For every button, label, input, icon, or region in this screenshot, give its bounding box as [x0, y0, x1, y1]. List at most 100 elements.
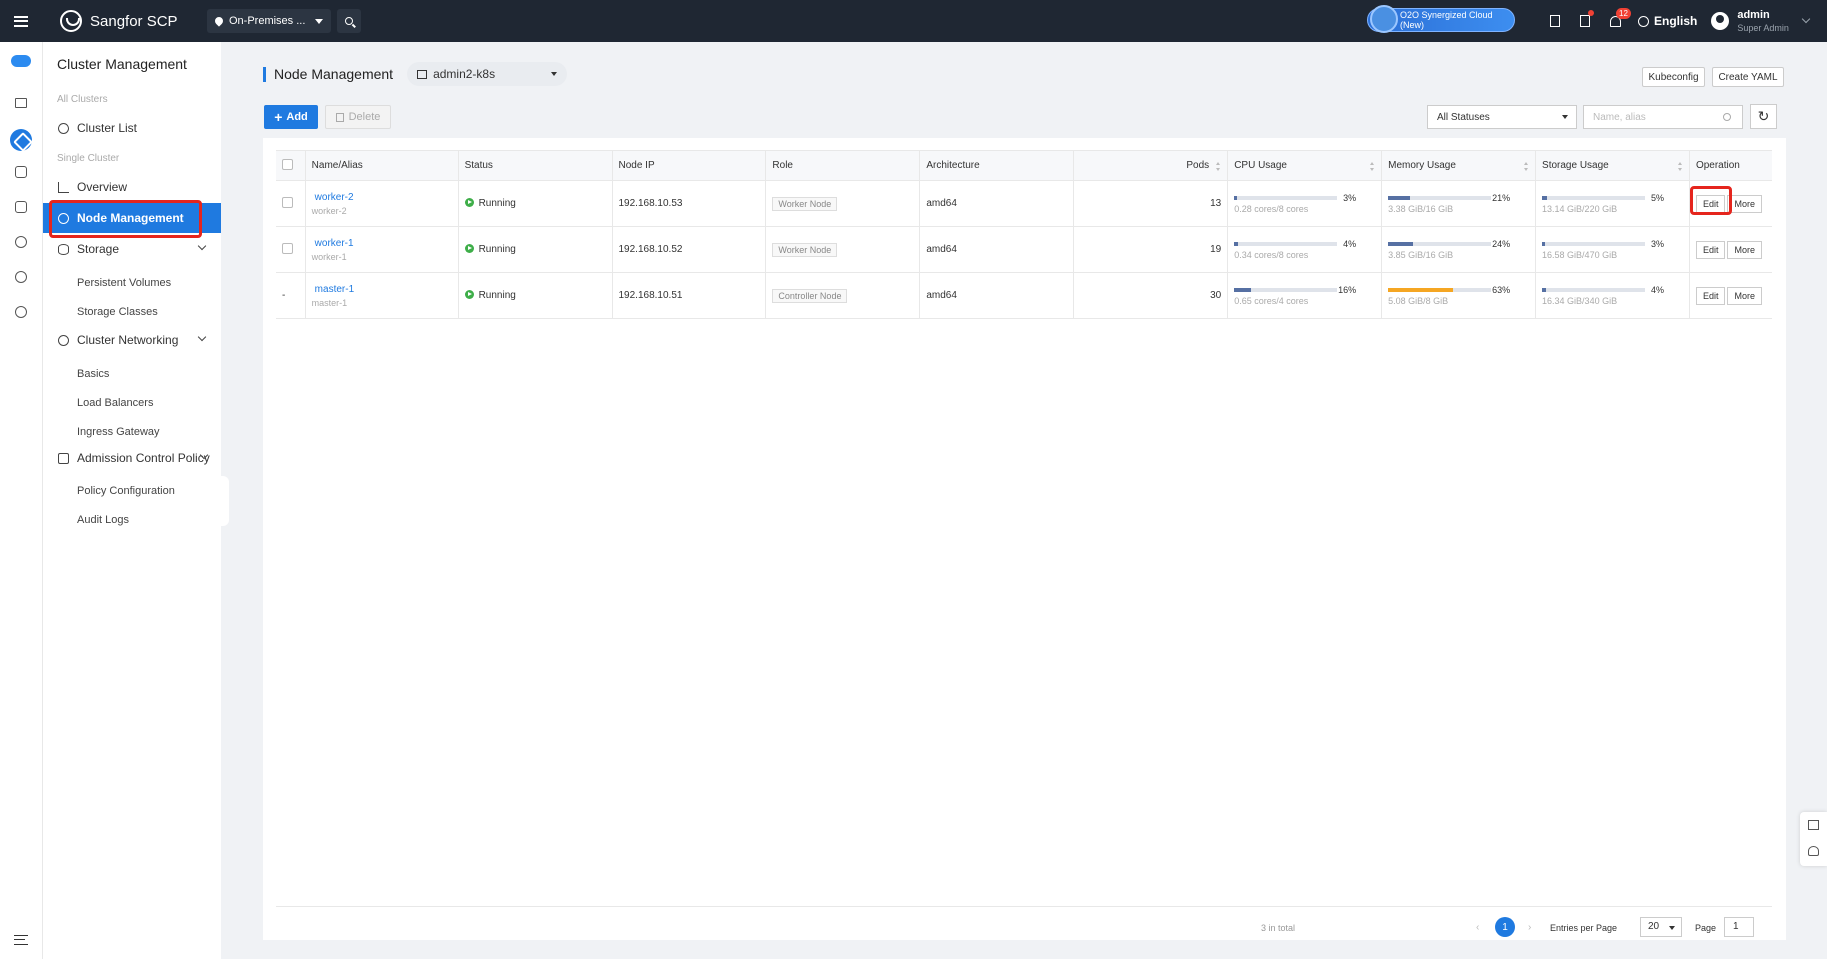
delete-label: Delete — [348, 111, 381, 123]
per-page-select[interactable]: 20 — [1640, 917, 1682, 937]
sto-fill — [1542, 195, 1548, 200]
container-icon[interactable] — [10, 129, 32, 151]
main-menu-button[interactable] — [0, 0, 42, 42]
sort-icon — [1370, 162, 1375, 171]
role-cell: Worker Node — [765, 180, 921, 227]
name-cell: worker-1 worker-1 — [305, 226, 459, 273]
brand[interactable]: Sangfor SCP — [60, 10, 207, 32]
sidebar-item-policy-configuration[interactable]: Policy Configuration — [77, 485, 175, 497]
create-yaml-button[interactable]: Create YAML — [1712, 67, 1784, 87]
page-1-button[interactable]: 1 — [1495, 917, 1515, 937]
running-icon — [464, 244, 474, 253]
user-icon[interactable] — [15, 271, 27, 283]
top-icons: 12 English admin Super Admin — [1540, 0, 1811, 42]
sidebar-item-audit-logs[interactable]: Audit Logs — [77, 514, 129, 526]
edit-button[interactable]: Edit — [1695, 240, 1726, 259]
wrench-icon[interactable] — [15, 236, 27, 248]
sidebar-item-load-balancers[interactable]: Load Balancers — [77, 397, 153, 409]
col-storage[interactable]: Storage Usage — [1535, 150, 1690, 181]
sidebar-title: Cluster Management — [57, 56, 187, 72]
row-checkbox[interactable] — [282, 242, 293, 254]
sidebar-item-cluster-list[interactable]: Cluster List — [43, 113, 221, 143]
house-icon[interactable] — [15, 201, 27, 213]
search-input[interactable] — [1583, 105, 1743, 129]
sidebar-item-storage-classes[interactable]: Storage Classes — [77, 306, 158, 318]
sidebar: Cluster Management All Clusters Cluster … — [43, 42, 221, 959]
search-icon — [345, 17, 354, 25]
sidebar-item-overview[interactable]: Overview — [43, 172, 221, 202]
global-search-button[interactable] — [337, 9, 362, 33]
sidebar-item-ingress-gateway[interactable]: Ingress Gateway — [77, 426, 160, 438]
more-button[interactable]: More — [1727, 240, 1762, 259]
storage-cell: 3% 16.58 GiB/470 GiB — [1535, 226, 1690, 273]
node-name-link[interactable]: worker-1 — [315, 238, 458, 249]
headset-icon[interactable] — [1808, 846, 1819, 856]
node-name-link[interactable]: worker-2 — [315, 192, 458, 203]
mem-detail: 5.08 GiB/8 GiB — [1388, 295, 1449, 306]
sidebar-item-persistent-volumes[interactable]: Persistent Volumes — [77, 277, 171, 289]
row-checkbox[interactable] — [282, 196, 293, 208]
title-accent — [263, 66, 266, 82]
col-pods[interactable]: Pods — [1073, 150, 1229, 181]
cluster-select[interactable]: admin2-k8s — [407, 62, 568, 86]
user-menu[interactable]: admin Super Admin — [1711, 9, 1811, 34]
cpu-percent: 3% — [1343, 192, 1357, 203]
sidebar-collapse-handle[interactable] — [221, 476, 229, 526]
sto-bar — [1542, 241, 1646, 246]
gear-icon[interactable] — [15, 306, 27, 318]
sidebar-item-admission-control[interactable]: Admission Control Policy — [43, 443, 221, 473]
sto-percent: 4% — [1651, 284, 1665, 295]
more-button[interactable]: More — [1727, 286, 1762, 305]
page-input[interactable]: 1 — [1724, 917, 1754, 937]
sort-icon — [1524, 162, 1529, 171]
select-all-checkbox[interactable] — [282, 158, 293, 170]
col-memory-label: Memory Usage — [1388, 160, 1456, 171]
sto-detail: 13.14 GiB/220 GiB — [1542, 203, 1618, 214]
node-alias: master-1 — [311, 297, 348, 308]
o2o-cloud-button[interactable]: O2O Synergized Cloud (New) — [1367, 5, 1515, 33]
document-icon[interactable] — [1808, 820, 1819, 830]
gear-icon — [58, 122, 69, 134]
monitor-icon[interactable] — [15, 98, 27, 108]
architecture: amd64 — [919, 226, 1075, 273]
cpu-detail: 0.65 cores/4 cores — [1234, 295, 1309, 306]
next-page-button[interactable]: › — [1528, 922, 1531, 933]
pods-count: 13 — [1073, 180, 1229, 227]
sto-usage: 5% 13.14 GiB/220 GiB — [1542, 192, 1665, 214]
status-text: Running — [478, 198, 516, 209]
notification-count: 12 — [1616, 8, 1631, 19]
page-label: Page — [1695, 923, 1717, 933]
alerts-button[interactable] — [1570, 0, 1600, 42]
trash-icon — [335, 112, 344, 122]
sidebar-item-cluster-networking[interactable]: Cluster Networking — [43, 325, 221, 355]
notifications-button[interactable]: 12 — [1600, 0, 1631, 42]
sto-percent: 5% — [1651, 192, 1665, 203]
sidebar-item-basics[interactable]: Basics — [77, 368, 109, 380]
memory-cell: 21% 3.38 GiB/16 GiB — [1381, 180, 1537, 227]
more-button[interactable]: More — [1727, 194, 1762, 213]
avatar — [1711, 12, 1730, 30]
edit-button[interactable]: Edit — [1695, 286, 1726, 305]
prev-page-button[interactable]: ‹ — [1476, 922, 1479, 933]
sidebar-item-storage[interactable]: Storage — [43, 234, 221, 264]
collapse-menu-icon[interactable] — [14, 935, 28, 945]
row-select-cell — [276, 226, 306, 273]
col-memory[interactable]: Memory Usage — [1381, 150, 1537, 181]
cluster-icon — [417, 69, 428, 79]
o2o-label: O2O Synergized Cloud (New) — [1400, 10, 1493, 30]
node-name-link[interactable]: master-1 — [315, 284, 458, 295]
add-button[interactable]: + Add — [264, 105, 318, 129]
language-switch[interactable]: English — [1638, 14, 1697, 28]
delete-button[interactable]: Delete — [325, 105, 391, 129]
cpu-usage: 3% 0.28 cores/8 cores — [1234, 192, 1357, 214]
tasks-button[interactable] — [1540, 0, 1570, 42]
cloud-icon[interactable] — [11, 55, 31, 67]
status-filter-select[interactable]: All Statuses — [1427, 105, 1577, 129]
col-cpu[interactable]: CPU Usage — [1227, 150, 1383, 181]
kubeconfig-button[interactable]: Kubeconfig — [1642, 67, 1705, 87]
network-icon[interactable] — [15, 166, 27, 178]
location-select[interactable]: On-Premises ... — [207, 9, 332, 33]
refresh-button[interactable]: ↻ — [1750, 104, 1777, 129]
sidebar-item-label: Overview — [77, 180, 128, 194]
row-select-disabled: - — [282, 290, 286, 301]
